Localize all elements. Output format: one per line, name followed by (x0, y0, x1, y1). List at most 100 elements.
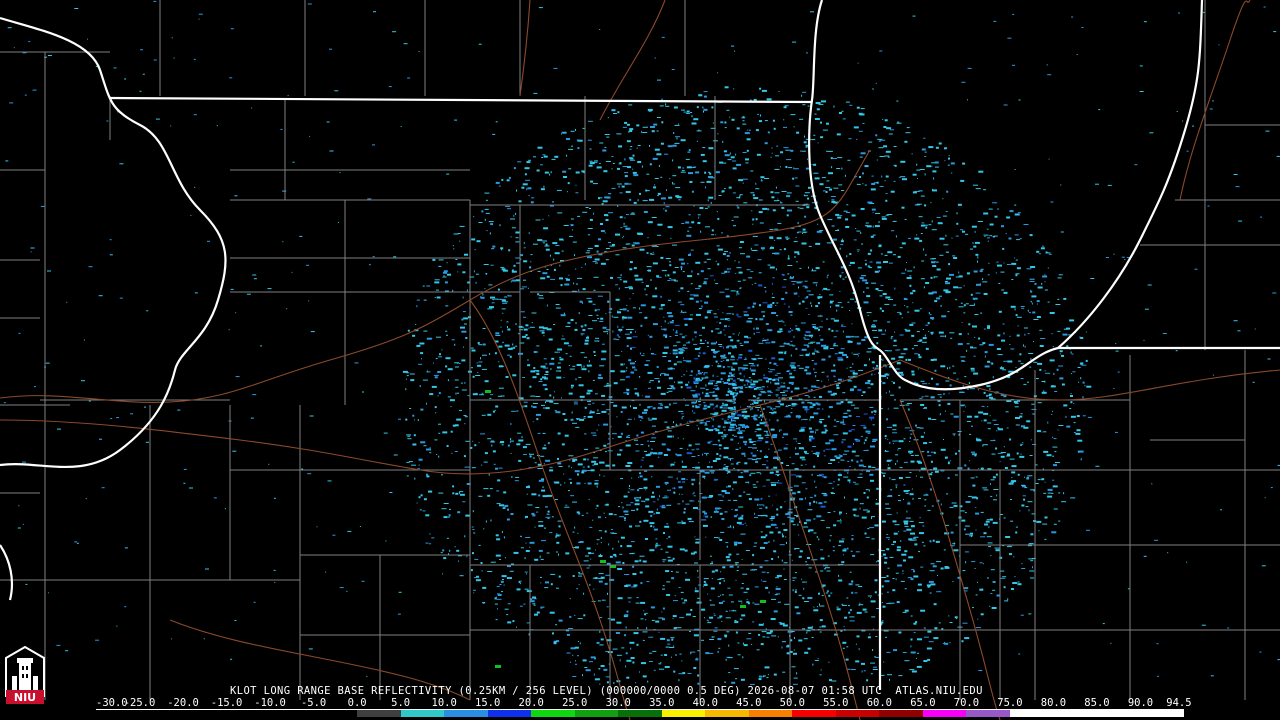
echo-pixel (943, 244, 949, 246)
echo-pixel (844, 174, 846, 177)
echo-pixel (650, 525, 653, 528)
echo-pixel (598, 424, 600, 427)
echo-pixel (648, 510, 654, 513)
echo-pixel (687, 230, 690, 232)
echo-pixel (1079, 336, 1081, 339)
echo-pixel (854, 407, 859, 409)
echo-pixel (710, 466, 713, 468)
echo-pixel (1078, 450, 1084, 453)
echo-pixel (553, 403, 559, 405)
echo-pixel (677, 166, 681, 169)
echo-pixel (526, 161, 531, 164)
echo-pixel (760, 546, 765, 549)
echo-pixel (620, 410, 623, 413)
echo-pixel (943, 439, 944, 440)
echo-pixel (618, 336, 621, 338)
echo-pixel (501, 531, 503, 534)
echo-pixel (684, 347, 688, 349)
echo-pixel (629, 553, 634, 555)
echo-pixel (728, 553, 732, 556)
echo-pixel (525, 537, 531, 538)
echo-pixel (1042, 275, 1048, 278)
echo-pixel (705, 652, 710, 655)
echo-pixel (555, 536, 557, 538)
echo-pixel (1006, 427, 1009, 429)
echo-pixel (832, 550, 835, 552)
echo-pixel (536, 611, 540, 614)
echo-pixel (674, 142, 680, 144)
echo-pixel (698, 427, 700, 430)
echo-pixel (608, 242, 611, 243)
echo-pixel (587, 256, 592, 259)
echo-pixel (724, 188, 726, 189)
echo-pixel (661, 98, 664, 100)
echo-pixel (1026, 477, 1030, 480)
echo-pixel (975, 476, 978, 478)
echo-pixel (724, 154, 730, 157)
echo-pixel (767, 674, 769, 676)
echo-pixel (629, 525, 633, 528)
echo-pixel (559, 462, 561, 464)
echo-pixel (772, 209, 776, 212)
echo-pixel (589, 160, 593, 162)
echo-pixel (902, 569, 904, 572)
echo-pixel (658, 631, 660, 633)
echo-pixel (833, 345, 839, 347)
echo-pixel (726, 109, 730, 111)
echo-pixel (786, 214, 789, 217)
echo-pixel (968, 382, 970, 384)
echo-pixel (879, 156, 885, 157)
echo-pixel (975, 292, 981, 294)
echo-pixel (606, 681, 609, 684)
echo-pixel (893, 254, 896, 256)
echo-pixel (975, 253, 979, 256)
echo-pixel (867, 315, 869, 316)
echo-pixel (847, 159, 851, 161)
echo-pixel (635, 499, 640, 502)
echo-pixel (867, 252, 871, 255)
echo-pixel (758, 675, 762, 678)
echo-pixel (989, 396, 993, 399)
echo-pixel (507, 444, 510, 447)
echo-pixel (906, 528, 912, 531)
echo-pixel (540, 188, 545, 191)
echo-pixel (711, 578, 713, 580)
echo-pixel (789, 276, 794, 279)
echo-pixel (577, 655, 579, 657)
echo-pixel (530, 395, 536, 397)
echo-pixel (793, 241, 798, 243)
echo-pixel (790, 362, 796, 364)
echo-pixel (871, 361, 875, 364)
echo-pixel (885, 507, 891, 509)
echo-pixel (407, 329, 410, 332)
echo-pixel (765, 290, 767, 293)
echo-pixel (594, 245, 599, 247)
echo-pixel (695, 336, 697, 338)
echo-pixel (654, 287, 657, 290)
echo-pixel (704, 422, 707, 425)
echo-pixel (802, 430, 805, 432)
echo-pixel (735, 153, 737, 156)
echo-pixel (848, 414, 852, 417)
echo-pixel (552, 632, 554, 635)
echo-pixel (960, 302, 963, 304)
echo-pixel (881, 310, 884, 312)
echo-pixel (725, 542, 729, 543)
echo-pixel (900, 353, 906, 355)
echo-pixel (957, 203, 962, 206)
echo-pixel (759, 222, 764, 224)
echo-pixel (531, 312, 537, 314)
echo-pixel (770, 191, 774, 194)
echo-pixel (422, 510, 426, 512)
echo-pixel (678, 673, 684, 675)
echo-pixel (750, 365, 756, 367)
echo-pixel (998, 428, 1003, 431)
echo-pixel (619, 449, 623, 452)
echo-pixel (1020, 363, 1024, 365)
echo-pixel (523, 328, 528, 331)
echo-pixel (516, 626, 517, 628)
echo-pixel (653, 452, 657, 455)
echo-pixel (851, 429, 855, 431)
echo-pixel (909, 284, 912, 287)
echo-pixel (580, 352, 585, 354)
